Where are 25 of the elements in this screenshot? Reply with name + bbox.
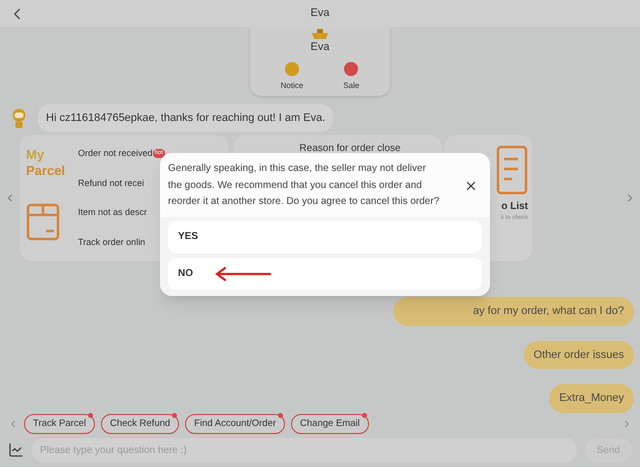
window-title: Eva <box>310 6 330 22</box>
box-icon <box>26 203 60 241</box>
clipboard-icon <box>496 143 528 195</box>
chart-icon[interactable] <box>8 442 24 458</box>
bot-name: Eva <box>310 40 330 55</box>
card-menu-item[interactable]: Refund not recei <box>78 176 144 190</box>
card-menu-item[interactable]: Order not received <box>78 147 153 160</box>
dialog-message: Generally speaking, in this case, the seller may not deliver the goods. We recommend that you cancel this order and reorder it at another store. Do you agree to cancel this order? <box>168 162 440 209</box>
card-title: o List <box>501 200 528 214</box>
profile-action[interactable]: Notice <box>280 62 304 92</box>
card-title: Parcel <box>26 163 66 179</box>
user-message: Other order issues <box>524 340 634 369</box>
quick-reply-chip[interactable]: Check Refund <box>100 414 180 434</box>
user-message: Extra_Money <box>549 384 634 412</box>
quick-reply-chip[interactable]: Find Account/Order <box>185 414 286 434</box>
dialog-option[interactable]: YES <box>168 220 482 252</box>
card-menu-item[interactable]: Item not as descr <box>78 206 148 220</box>
card-title: My <box>26 147 46 163</box>
card-menu-item[interactable]: Track order onlin <box>78 236 146 249</box>
user-message: ay for my order, what can I do? <box>392 297 634 326</box>
bot-message: Hi cz116184765epkae, thanks for reaching out! I am Eva. <box>38 104 334 132</box>
dialog-option[interactable]: NO <box>168 258 482 290</box>
profile-action[interactable]: Sale <box>343 62 360 92</box>
quick-reply-chip[interactable]: Track Parcel <box>24 414 95 434</box>
quick-reply-chip[interactable]: Change Email <box>291 414 369 434</box>
